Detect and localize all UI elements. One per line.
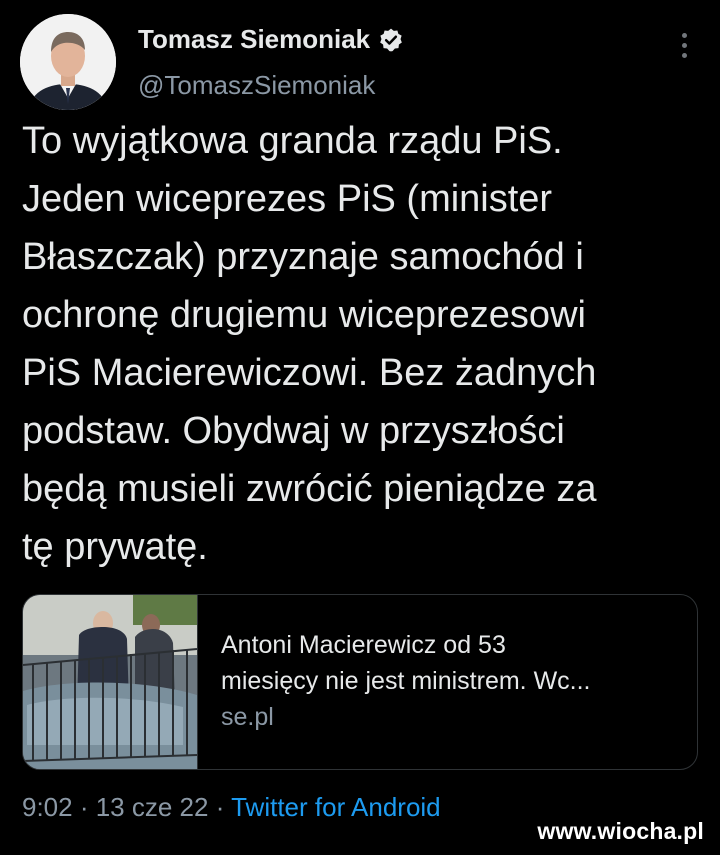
display-name-text: Tomasz Siemoniak (138, 24, 371, 54)
tweet-date[interactable]: 13 cze 22 (96, 792, 209, 822)
meta-separator: · (72, 792, 96, 822)
display-name[interactable]: Tomasz Siemoniak (138, 24, 404, 55)
tweet-text-line: PiS Macierewiczowi. Bez żadnych (22, 352, 597, 394)
more-options-icon[interactable] (674, 30, 694, 60)
link-card-domain: se.pl (221, 703, 274, 731)
tweet-text-line: ochronę drugiemu wiceprezesowi (22, 294, 586, 336)
link-card-title-line: Antoni Macierewicz od 53 (221, 631, 506, 659)
tweet-text-line: Jeden wiceprezes PiS (minister (22, 178, 553, 220)
tweet-text: To wyjątkowa granda rządu PiS. Jeden wic… (22, 112, 702, 576)
tweet-time[interactable]: 9:02 (22, 792, 73, 822)
link-card[interactable]: Antoni Macierewicz od 53 miesięcy nie je… (22, 594, 698, 770)
link-card-title-line: miesięcy nie jest ministrem. Wc... (221, 667, 591, 695)
avatar[interactable] (20, 14, 116, 110)
tweet-text-line: Błaszczak) przyznaje samochód i (22, 236, 584, 278)
tweet-meta: 9:02 · 13 cze 22 · Twitter for Android (22, 792, 441, 823)
tweet-text-line: podstaw. Obydwaj w przyszłości (22, 410, 565, 452)
tweet: Tomasz Siemoniak @TomaszSiemoniak To wyj… (0, 0, 720, 855)
tweet-text-line: będą musieli zwrócić pieniądze za (22, 468, 597, 510)
user-handle[interactable]: @TomaszSiemoniak (138, 70, 375, 101)
avatar-photo (20, 14, 116, 110)
meta-separator: · (208, 792, 232, 822)
link-card-text: Antoni Macierewicz od 53 miesięcy nie je… (221, 627, 681, 735)
tweet-source[interactable]: Twitter for Android (231, 792, 441, 822)
watermark: www.wiocha.pl (537, 818, 704, 844)
verified-badge-icon (378, 27, 404, 53)
tweet-text-line: To wyjątkowa granda rządu PiS. (22, 120, 563, 162)
link-card-thumbnail (23, 595, 198, 769)
tweet-text-line: tę prywatę. (22, 526, 208, 568)
